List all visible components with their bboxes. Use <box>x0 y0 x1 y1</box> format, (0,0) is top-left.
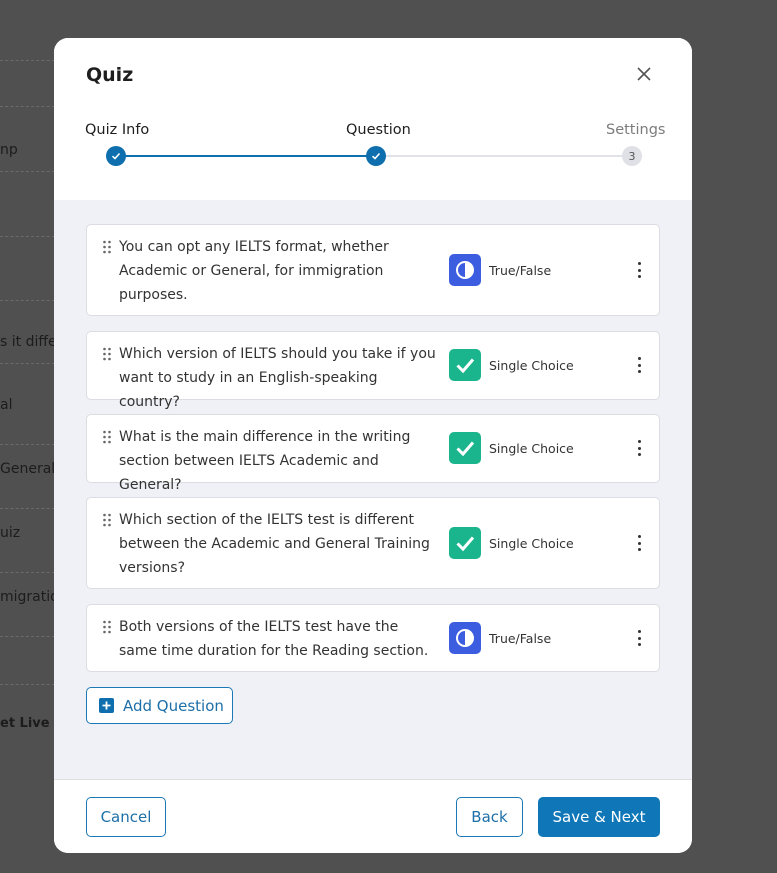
modal-header: Quiz Quiz Info Question Settings 3 <box>54 38 692 200</box>
bg-divider <box>0 363 60 364</box>
step-dot-question[interactable] <box>366 146 386 166</box>
save-next-button[interactable]: Save & Next <box>538 797 660 837</box>
question-type-label: Single Choice <box>489 536 574 551</box>
step-label-question[interactable]: Question <box>346 122 411 138</box>
drag-handle-icon[interactable] <box>102 619 112 634</box>
step-progress-line <box>116 155 376 157</box>
plus-icon <box>99 698 114 713</box>
kebab-menu-icon[interactable] <box>631 533 647 553</box>
drag-handle-icon[interactable] <box>102 512 112 527</box>
bg-text: uiz <box>0 525 21 541</box>
close-icon <box>637 67 651 81</box>
question-type-label: Single Choice <box>489 441 574 456</box>
question-text: You can opt any IELTS format, whether Ac… <box>119 239 389 303</box>
quiz-modal: Quiz Quiz Info Question Settings 3 You c… <box>54 38 692 853</box>
question-type-label: Single Choice <box>489 358 574 373</box>
bg-text: np <box>0 142 18 158</box>
bg-divider <box>0 684 60 685</box>
checkmark-icon <box>449 349 481 381</box>
close-button[interactable] <box>632 62 656 86</box>
question-text: Both versions of the IELTS test have the… <box>119 619 429 659</box>
step-dot-quiz-info[interactable] <box>106 146 126 166</box>
checkmark-icon <box>449 527 481 559</box>
kebab-menu-icon[interactable] <box>631 438 647 458</box>
cancel-button[interactable]: Cancel <box>86 797 166 837</box>
bg-divider <box>0 60 60 61</box>
drag-handle-icon[interactable] <box>102 429 112 444</box>
bg-divider <box>0 171 60 172</box>
bg-divider <box>0 508 60 509</box>
question-card[interactable]: Which section of the IELTS test is diffe… <box>86 497 660 589</box>
step-remaining-line <box>376 155 632 157</box>
bg-divider <box>0 444 60 445</box>
bg-divider <box>0 636 60 637</box>
question-card[interactable]: You can opt any IELTS format, whether Ac… <box>86 224 660 316</box>
question-card[interactable]: Both versions of the IELTS test have the… <box>86 604 660 672</box>
drag-handle-icon[interactable] <box>102 239 112 254</box>
bg-divider <box>0 236 60 237</box>
half-circle-icon <box>449 254 481 286</box>
modal-title: Quiz <box>86 64 134 86</box>
add-question-label: Add Question <box>123 696 224 715</box>
checkmark-icon <box>449 432 481 464</box>
question-text: What is the main difference in the writi… <box>119 429 411 493</box>
modal-footer: Cancel Back Save & Next <box>54 780 692 853</box>
question-list: You can opt any IELTS format, whether Ac… <box>54 200 692 780</box>
question-type-label: True/False <box>489 263 552 278</box>
question-text: Which version of IELTS should you take i… <box>119 346 436 410</box>
step-label-quiz-info[interactable]: Quiz Info <box>85 122 149 138</box>
drag-handle-icon[interactable] <box>102 346 112 361</box>
bg-divider <box>0 300 60 301</box>
check-icon <box>371 152 381 160</box>
bg-text: s it diffe <box>0 334 57 350</box>
kebab-menu-icon[interactable] <box>631 355 647 375</box>
step-label-settings[interactable]: Settings <box>606 122 665 138</box>
question-card[interactable]: Which version of IELTS should you take i… <box>86 331 660 410</box>
bg-divider <box>0 572 60 573</box>
question-text: Which section of the IELTS test is diffe… <box>119 512 430 576</box>
question-card[interactable]: What is the main difference in the writi… <box>86 414 660 493</box>
kebab-menu-icon[interactable] <box>631 628 647 648</box>
step-dot-settings[interactable]: 3 <box>622 146 642 166</box>
question-type-label: True/False <box>489 631 552 646</box>
add-question-button[interactable]: Add Question <box>86 687 233 724</box>
check-icon <box>111 152 121 160</box>
bg-text: al <box>0 397 13 413</box>
back-button[interactable]: Back <box>456 797 523 837</box>
half-circle-icon <box>449 622 481 654</box>
bg-divider <box>0 106 60 107</box>
kebab-menu-icon[interactable] <box>631 260 647 280</box>
